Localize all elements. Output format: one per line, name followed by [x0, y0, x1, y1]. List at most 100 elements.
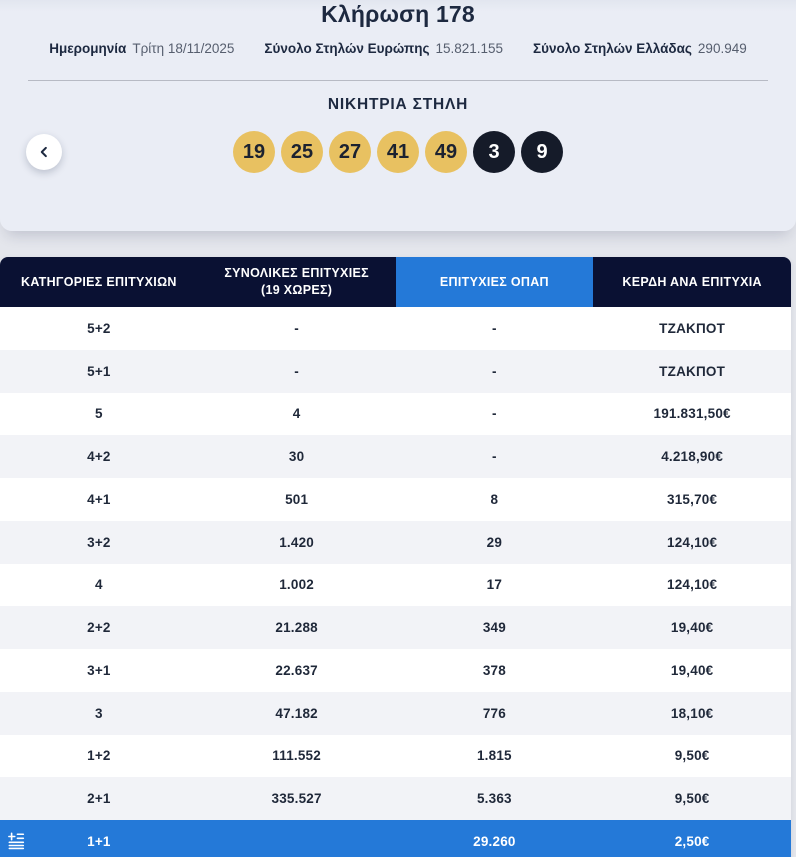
cell: 2+1	[87, 791, 111, 807]
column-header-2: ΣΥΝΟΛΙΚΕΣ ΕΠΙΤΥΧΙΕΣ (19 ΧΩΡΕΣ)	[198, 257, 396, 307]
cell: 3+2	[87, 534, 111, 550]
draw-summary-panel: Κλήρωση 178 Ημερομηνία Τρίτη 18/11/2025 Σύ…	[0, 0, 796, 231]
column-header-1: ΚΑΤΗΓΟΡΙΕΣ ΕΠΙΤΥΧΙΩΝ	[0, 257, 198, 307]
winning-column-title: ΝΙΚΗΤΡΙΑ ΣΤΗΛΗ	[327, 96, 469, 113]
cell: 315,70€	[667, 491, 718, 507]
cell: 29.260	[473, 833, 516, 849]
cell: -	[492, 363, 497, 379]
cell: 1.420	[279, 534, 315, 550]
cell: 30	[288, 449, 305, 465]
column-header-label: ΚΕΡΔΗ ΑΝΑ ΕΠΙΤΥΧΙΑ	[622, 274, 762, 289]
previous-draw-button[interactable]	[26, 134, 62, 170]
draw-title: Κλήρωση 178	[321, 1, 475, 27]
cell: 17	[486, 577, 503, 593]
meta-value: Τρίτη 18/11/2025	[132, 41, 235, 56]
cell: 1+2	[87, 748, 111, 764]
table-row: 2+1 335.527 5.363 9,50€	[0, 777, 791, 820]
cell: 9,50€	[674, 791, 710, 807]
meta-value: 15.821.155	[435, 41, 504, 56]
cell: -	[492, 320, 497, 336]
meta-label: Ημερομηνία	[49, 41, 127, 56]
cell: 5	[95, 406, 103, 422]
cell: 18,10€	[670, 705, 714, 721]
cell: 3	[95, 705, 103, 721]
table-row: 5+1 - - ΤΖΑΚΠΟΤ	[0, 349, 791, 393]
winning-numbers-row: 19 25 27 41 49 3 9	[0, 131, 796, 173]
cell: 5+2	[87, 320, 111, 336]
cell: 4	[292, 406, 301, 422]
cell: 191.831,50€	[653, 406, 731, 422]
cell: -	[492, 449, 497, 465]
cell: ΤΖΑΚΠΟΤ	[659, 320, 726, 336]
table-row: 3+1 22.637 378 19,40€	[0, 649, 791, 692]
cell: 4+2	[87, 449, 111, 465]
cell: 5+1	[87, 363, 111, 379]
main-number-ball: 19	[233, 131, 275, 173]
divider	[28, 80, 768, 81]
cell: 124,10€	[667, 577, 718, 593]
cell: 47.182	[275, 705, 318, 721]
meta-value: 290.949	[697, 41, 747, 56]
column-header-label: ΚΑΤΗΓΟΡΙΕΣ ΕΠΙΤΥΧΙΩΝ	[21, 274, 177, 289]
results-table-body: 5+2 - - ΤΖΑΚΠΟΤ 5+1 - - ΤΖΑΚΠΟΤ 5 4 - 191.831,50€ 4+…	[0, 307, 791, 857]
chevron-left-icon	[35, 143, 53, 161]
draw-meta-item: Σύνολο Στηλών Ελλάδας 290.949	[533, 39, 747, 58]
main-number-ball: 41	[377, 131, 419, 173]
column-header-label: ΣΥΝΟΛΙΚΕΣ ΕΠΙΤΥΧΙΕΣ	[224, 266, 369, 280]
cell	[198, 820, 396, 857]
table-row: 4+1 501 8 315,70€	[0, 478, 791, 521]
column-header-3: ΕΠΙΤΥΧΙΕΣ ΟΠΑΠ	[395, 257, 594, 307]
draw-meta-row: Ημερομηνία Τρίτη 18/11/2025 Σύνολο Στηλών …	[0, 39, 796, 58]
cell: 19,40€	[670, 620, 714, 636]
draw-meta-item: Ημερομηνία Τρίτη 18/11/2025	[49, 39, 234, 58]
cell: ΤΖΑΚΠΟΤ	[659, 363, 726, 379]
cell: 21.288	[275, 620, 318, 636]
cell: 4.218,90€	[661, 449, 724, 465]
table-row: 1+2 111.552 1.815 9,50€	[0, 734, 791, 778]
cell: 4	[95, 577, 103, 593]
cell: 335.527	[271, 791, 322, 807]
results-table-header: ΚΑΤΗΓΟΡΙΕΣ ΕΠΙΤΥΧΙΩΝ ΣΥΝΟΛΙΚΕΣ ΕΠΙΤΥΧΙΕΣ (…	[0, 257, 791, 307]
table-row: 4 1.002 17 124,10€	[0, 563, 791, 607]
cell: 1.002	[279, 577, 315, 593]
draw-meta-item: Σύνολο Στηλών Ευρώπης 15.821.155	[264, 39, 503, 58]
results-table: ΚΑΤΗΓΟΡΙΕΣ ΕΠΙΤΥΧΙΩΝ ΣΥΝΟΛΙΚΕΣ ΕΠΙΤΥΧΙΕΣ (…	[0, 257, 791, 857]
cell: 2+2	[87, 620, 111, 636]
meta-label: Σύνολο Στηλών Ελλάδας	[533, 41, 692, 56]
cell: 111.552	[272, 748, 321, 764]
cell: -	[294, 363, 299, 379]
table-row: 3+2 1.420 29 124,10€	[0, 520, 791, 564]
table-row: 3 47.182 776 18,10€	[0, 691, 791, 735]
greece-flag-icon	[8, 832, 26, 850]
cell: -	[492, 406, 497, 422]
cell: 19,40€	[670, 662, 714, 678]
cell: 776	[482, 705, 506, 721]
table-row: 4+2 30 - 4.218,90€	[0, 435, 791, 478]
column-header-sublabel: (19 ΧΩΡΕΣ)	[261, 283, 333, 297]
column-header-label: ΕΠΙΤΥΧΙΕΣ ΟΠΑΠ	[439, 274, 549, 289]
cell: 9,50€	[674, 748, 710, 764]
cell: 501	[285, 491, 309, 507]
cell: 1.815	[476, 748, 512, 764]
cell: -	[294, 320, 299, 336]
cell: 4+1	[87, 491, 111, 507]
table-row-opap-total: 1+1 29.260 2,50€	[0, 820, 791, 857]
cell: 1+1	[87, 833, 111, 849]
cell: 5.363	[476, 791, 512, 807]
cell: 2,50€	[674, 833, 710, 849]
main-number-ball: 25	[281, 131, 323, 173]
cell: 22.637	[275, 662, 318, 678]
main-number-ball: 49	[425, 131, 467, 173]
main-number-ball: 27	[329, 131, 371, 173]
cell: 124,10€	[667, 534, 718, 550]
euro-number-ball: 9	[521, 131, 563, 173]
cell: 349	[482, 620, 506, 636]
table-row: 5 4 - 191.831,50€	[0, 392, 791, 436]
cell: 29	[486, 534, 503, 550]
cell: 378	[482, 662, 506, 678]
table-row: 5+2 - - ΤΖΑΚΠΟΤ	[0, 307, 791, 350]
euro-number-ball: 3	[473, 131, 515, 173]
column-header-4: ΚΕΡΔΗ ΑΝΑ ΕΠΙΤΥΧΙΑ	[593, 257, 791, 307]
meta-label: Σύνολο Στηλών Ευρώπης	[264, 41, 430, 56]
cell: 3+1	[87, 662, 111, 678]
